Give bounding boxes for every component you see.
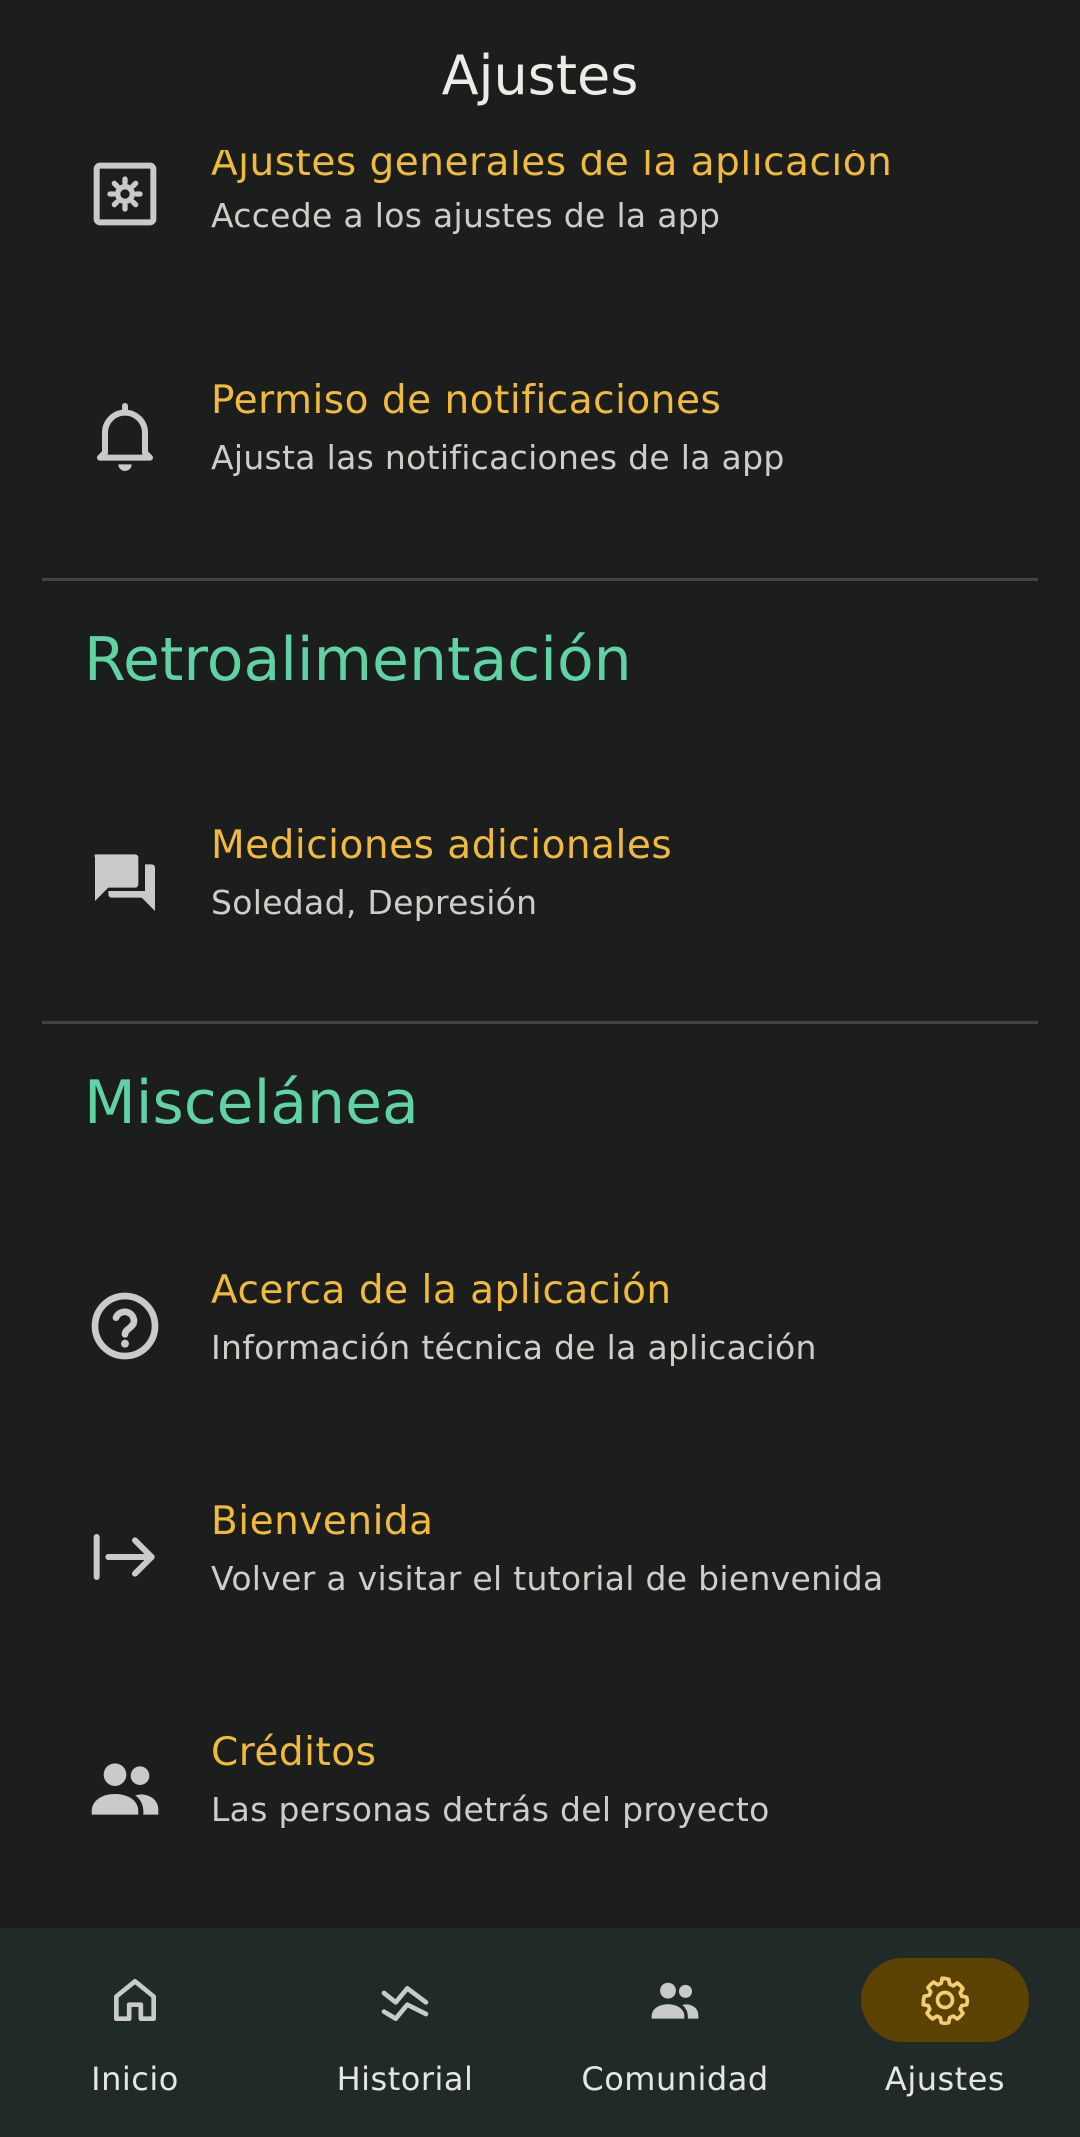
bottom-navigation: Inicio Historial Comunidad Ajustes: [0, 1928, 1080, 2137]
section-heading-feedback: Retroalimentación: [84, 625, 632, 695]
nav-item-historial[interactable]: Historial: [270, 1928, 540, 2137]
nav-label: Historial: [336, 2060, 474, 2098]
nav-item-comunidad[interactable]: Comunidad: [540, 1928, 810, 2137]
item-subtitle: Las personas detrás del proyecto: [211, 1790, 770, 1829]
nav-label: Comunidad: [581, 2060, 769, 2098]
item-title: Créditos: [211, 1730, 377, 1775]
arrow-right-to-bar-icon: [85, 1517, 165, 1597]
item-subtitle: Ajusta las notificaciones de la app: [211, 438, 785, 477]
item-subtitle: Accede a los ajustes de la app: [211, 196, 721, 235]
help-circle-icon: [85, 1286, 165, 1366]
nav-label: Ajustes: [884, 2060, 1006, 2098]
forum-icon: [85, 841, 165, 921]
history-chart-icon: [377, 1972, 433, 2028]
settings-list: Ajustes generales de la aplicación Acced…: [0, 0, 1080, 1928]
bell-icon: [85, 396, 165, 476]
home-icon: [107, 1972, 163, 2028]
item-subtitle: Volver a visitar el tutorial de bienveni…: [211, 1559, 884, 1598]
list-item-notifications[interactable]: Permiso de notificaciones Ajusta las not…: [0, 360, 1080, 510]
list-item-additional-measurements[interactable]: Mediciones adicionales Soledad, Depresió…: [0, 805, 1080, 955]
settings-app-icon: [85, 154, 165, 234]
list-item-app-settings[interactable]: Ajustes generales de la aplicación Acced…: [0, 132, 1080, 282]
list-item-welcome[interactable]: Bienvenida Volver a visitar el tutorial …: [0, 1481, 1080, 1631]
item-title: Bienvenida: [211, 1499, 434, 1544]
item-title: Mediciones adicionales: [211, 823, 673, 868]
item-title: Acerca de la aplicación: [211, 1268, 672, 1313]
nav-item-inicio[interactable]: Inicio: [0, 1928, 270, 2137]
section-divider: [42, 578, 1038, 581]
item-title: Permiso de notificaciones: [211, 378, 722, 423]
item-subtitle: Soledad, Depresión: [211, 883, 538, 922]
section-heading-misc: Miscelánea: [84, 1068, 419, 1138]
page-title: Ajustes: [441, 44, 639, 107]
gear-icon: [917, 1972, 973, 2028]
item-subtitle: Información técnica de la aplicación: [211, 1328, 817, 1367]
people-icon: [85, 1748, 165, 1828]
nav-label: Inicio: [91, 2060, 179, 2098]
list-item-credits[interactable]: Créditos Las personas detrás del proyect…: [0, 1712, 1080, 1862]
list-item-about[interactable]: Acerca de la aplicación Información técn…: [0, 1250, 1080, 1400]
nav-item-ajustes[interactable]: Ajustes: [810, 1928, 1080, 2137]
community-icon: [647, 1972, 703, 2028]
section-divider: [42, 1021, 1038, 1024]
